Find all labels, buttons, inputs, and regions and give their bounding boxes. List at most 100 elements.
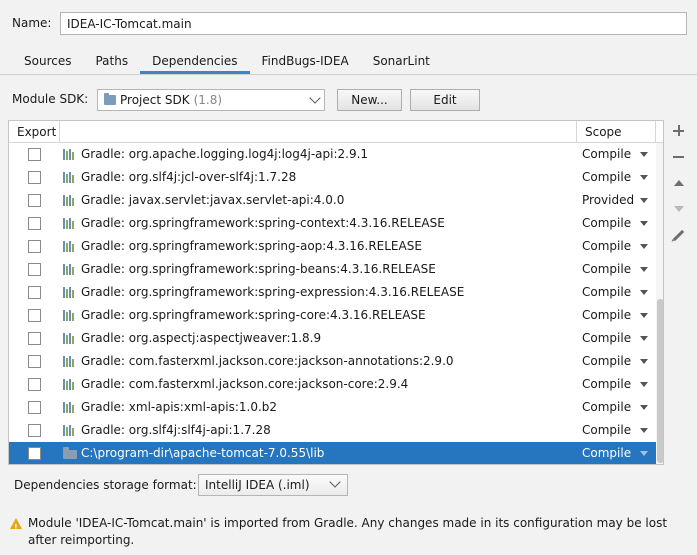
export-checkbox[interactable] bbox=[28, 194, 41, 207]
export-checkbox[interactable] bbox=[28, 263, 41, 276]
dependency-name: Gradle: org.springframework:spring-expre… bbox=[81, 285, 465, 299]
export-checkbox[interactable] bbox=[28, 378, 41, 391]
sdk-folder-icon bbox=[104, 93, 116, 105]
table-row[interactable]: Gradle: com.fasterxml.jackson.core:jacks… bbox=[9, 373, 663, 396]
tab-dependencies[interactable]: Dependencies bbox=[140, 52, 250, 74]
dependency-scope[interactable]: Compile bbox=[582, 400, 631, 414]
folder-icon bbox=[63, 447, 77, 459]
scope-dropdown-icon[interactable] bbox=[640, 405, 648, 410]
dependency-scope[interactable]: Compile bbox=[582, 285, 631, 299]
tab-paths[interactable]: Paths bbox=[83, 52, 140, 74]
scope-dropdown-icon[interactable] bbox=[640, 428, 648, 433]
scope-dropdown-icon[interactable] bbox=[640, 198, 648, 203]
table-row[interactable]: C:\program-dir\apache-tomcat-7.0.55\lib C… bbox=[9, 442, 663, 464]
library-icon bbox=[63, 333, 77, 344]
library-icon bbox=[63, 310, 77, 321]
storage-format-select[interactable]: IntelliJ IDEA (.iml) bbox=[198, 474, 348, 496]
remove-dependency-button[interactable] bbox=[668, 146, 690, 168]
dependencies-table: Export Scope Gradle: org.apache.logging.… bbox=[8, 120, 664, 465]
dependency-scope[interactable]: Compile bbox=[582, 147, 631, 161]
tab-sonarlint[interactable]: SonarLint bbox=[361, 52, 442, 74]
export-checkbox[interactable] bbox=[28, 217, 41, 230]
edit-dependency-button[interactable] bbox=[668, 224, 690, 246]
dependency-name: C:\program-dir\apache-tomcat-7.0.55\lib bbox=[81, 446, 325, 460]
export-checkbox[interactable] bbox=[28, 171, 41, 184]
tab-sources[interactable]: Sources bbox=[12, 52, 83, 74]
export-checkbox[interactable] bbox=[28, 424, 41, 437]
module-sdk-select[interactable]: Project SDK (1.8) bbox=[97, 89, 325, 111]
scope-dropdown-icon[interactable] bbox=[640, 382, 648, 387]
storage-format-value: IntelliJ IDEA (.iml) bbox=[205, 478, 310, 492]
scope-dropdown-icon[interactable] bbox=[640, 313, 648, 318]
dependency-rows: Gradle: org.apache.logging.log4j:log4j-a… bbox=[9, 143, 663, 464]
table-row[interactable]: Gradle: org.springframework:spring-aop:4… bbox=[9, 235, 663, 258]
table-row[interactable]: Gradle: org.slf4j:jcl-over-slf4j:1.7.28 C… bbox=[9, 166, 663, 189]
module-sdk-label: Module SDK: bbox=[12, 92, 89, 106]
table-row[interactable]: Gradle: org.springframework:spring-core:… bbox=[9, 304, 663, 327]
table-row[interactable]: Gradle: org.slf4j:slf4j-api:1.7.28 Compil… bbox=[9, 419, 663, 442]
scope-dropdown-icon[interactable] bbox=[640, 336, 648, 341]
dependency-scope[interactable]: Compile bbox=[582, 308, 631, 322]
library-icon bbox=[63, 149, 77, 160]
library-icon bbox=[63, 425, 77, 436]
add-dependency-button[interactable] bbox=[668, 120, 690, 142]
dependency-scope[interactable]: Compile bbox=[582, 170, 631, 184]
export-checkbox[interactable] bbox=[28, 148, 41, 161]
module-sdk-version: (1.8) bbox=[193, 93, 223, 107]
tab-bar: Sources Paths Dependencies FindBugs-IDEA… bbox=[12, 52, 442, 74]
export-checkbox[interactable] bbox=[28, 240, 41, 253]
library-icon bbox=[63, 172, 77, 183]
export-checkbox[interactable] bbox=[28, 286, 41, 299]
table-row[interactable]: Gradle: javax.servlet:javax.servlet-api:… bbox=[9, 189, 663, 212]
table-row[interactable]: Gradle: org.springframework:spring-expre… bbox=[9, 281, 663, 304]
dependency-name: Gradle: org.apache.logging.log4j:log4j-a… bbox=[81, 147, 369, 161]
dependency-scope[interactable]: Compile bbox=[582, 377, 631, 391]
name-label: Name: bbox=[12, 16, 52, 30]
column-divider bbox=[576, 121, 577, 143]
tab-divider bbox=[0, 74, 697, 75]
scope-dropdown-icon[interactable] bbox=[640, 267, 648, 272]
export-checkbox[interactable] bbox=[28, 332, 41, 345]
dependency-name: Gradle: xml-apis:xml-apis:1.0.b2 bbox=[81, 400, 278, 414]
export-checkbox[interactable] bbox=[28, 355, 41, 368]
scope-dropdown-icon[interactable] bbox=[640, 221, 648, 226]
scope-dropdown-icon[interactable] bbox=[640, 451, 648, 456]
scope-dropdown-icon[interactable] bbox=[640, 359, 648, 364]
export-checkbox[interactable] bbox=[28, 401, 41, 414]
new-sdk-button[interactable]: New... bbox=[337, 89, 402, 111]
dependency-scope[interactable]: Compile bbox=[582, 239, 631, 253]
table-row[interactable]: Gradle: org.aspectj:aspectjweaver:1.8.9 C… bbox=[9, 327, 663, 350]
edit-sdk-button[interactable]: Edit bbox=[410, 89, 480, 111]
dependency-scope[interactable]: Compile bbox=[582, 262, 631, 276]
dependency-scope[interactable]: Compile bbox=[582, 354, 631, 368]
library-icon bbox=[63, 379, 77, 390]
export-checkbox[interactable] bbox=[28, 309, 41, 322]
export-checkbox[interactable] bbox=[28, 447, 41, 460]
scope-dropdown-icon[interactable] bbox=[640, 152, 648, 157]
dependency-scope[interactable]: Compile bbox=[582, 331, 631, 345]
name-input[interactable] bbox=[60, 12, 687, 35]
scope-dropdown-icon[interactable] bbox=[640, 290, 648, 295]
move-down-button[interactable] bbox=[668, 198, 690, 220]
dependency-scope[interactable]: Compile bbox=[582, 216, 631, 230]
move-up-button[interactable] bbox=[668, 172, 690, 194]
table-row[interactable]: Gradle: org.apache.logging.log4j:log4j-a… bbox=[9, 143, 663, 166]
arrow-up-icon bbox=[674, 180, 684, 186]
tab-findbugs-idea[interactable]: FindBugs-IDEA bbox=[250, 52, 361, 74]
dependency-scope[interactable]: Provided bbox=[582, 193, 634, 207]
table-row[interactable]: Gradle: com.fasterxml.jackson.core:jacks… bbox=[9, 350, 663, 373]
table-row[interactable]: Gradle: xml-apis:xml-apis:1.0.b2 Compile bbox=[9, 396, 663, 419]
scrollbar-thumb[interactable] bbox=[657, 299, 663, 463]
table-header: Export Scope bbox=[9, 121, 663, 143]
table-row[interactable]: Gradle: org.springframework:spring-conte… bbox=[9, 212, 663, 235]
table-row[interactable]: Gradle: org.springframework:spring-beans… bbox=[9, 258, 663, 281]
scope-dropdown-icon[interactable] bbox=[640, 175, 648, 180]
storage-format-label: Dependencies storage format: bbox=[14, 478, 197, 492]
library-icon bbox=[63, 356, 77, 367]
export-column-header[interactable]: Export bbox=[17, 125, 56, 139]
scope-column-header[interactable]: Scope bbox=[585, 125, 622, 139]
scope-dropdown-icon[interactable] bbox=[640, 244, 648, 249]
warning-text: Module 'IDEA-IC-Tomcat.main' is imported… bbox=[28, 516, 668, 547]
dependency-scope[interactable]: Compile bbox=[582, 446, 631, 460]
dependency-scope[interactable]: Compile bbox=[582, 423, 631, 437]
